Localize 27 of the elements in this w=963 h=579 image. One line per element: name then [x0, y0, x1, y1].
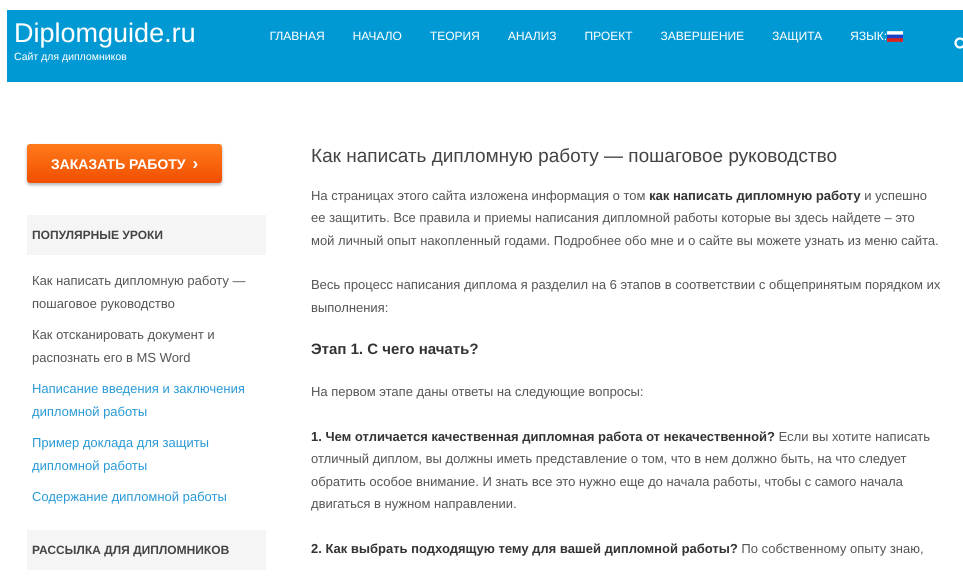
sidebar-link[interactable]: Как написать дипломную работу — пошаговое руководство	[32, 269, 261, 315]
sidebar-link[interactable]: Написание введения и заключения дипломной работы	[32, 377, 261, 423]
widget-title: ПОПУЛЯРНЫЕ УРОКИ	[27, 215, 266, 255]
site-tagline: Сайт для дипломников	[14, 50, 128, 65]
nav-link[interactable]: ГЛАВНАЯ	[256, 27, 339, 45]
site-logo[interactable]: Diplomguide.ru	[14, 18, 196, 48]
nav-link[interactable]: АНАЛИЗ	[494, 27, 571, 45]
sidebar-link[interactable]: Как отсканировать документ и распознать его в MS Word	[32, 323, 261, 369]
section-heading: Этап 1. С чего начать?	[311, 341, 480, 360]
paragraph: Весь процесс написания диплома я разделил на 6 этапов в соответствии с общепринятым порядком их выполнения:	[311, 276, 941, 317]
sidebar-link[interactable]: Содержание дипломной работы	[32, 485, 261, 508]
paragraph: 1. Чем отличается качественная дипломная работа от некачественной? Если вы хотите написать отличный диплом, вы должны иметь представление о том, что в нем должно быть, на что следует обратить особое внимание. И знать все это нужно еще до начала работы, чтобы с самого начала двигаться в нужном направлении.	[311, 428, 932, 514]
paragraph: На страницах этого сайта изложена информация о том как написать дипломную работу и успешно ее защитить. Все правила и приемы написания дипломной работы которые вы здесь найдете – это мой личный опыт накопленный годами. Подробнее обо мне и о сайте вы можете узнать из меню сайта.	[311, 186, 940, 250]
flag-icon[interactable]	[887, 30, 904, 42]
nav-link[interactable]: НАЧАЛО	[338, 27, 416, 45]
order-button[interactable]: ЗАКАЗАТЬ РАБОТУ ›	[27, 144, 222, 183]
widget-title: РАССЫЛКА ДЛЯ ДИПЛОМНИКОВ	[27, 530, 266, 570]
nav-link[interactable]: ПРОЕКТ	[570, 27, 647, 45]
sidebar-link[interactable]: Пример доклада для защиты дипломной работы	[32, 431, 261, 477]
paragraph: На первом этапе даны ответы на следующие вопросы:	[311, 383, 644, 402]
nav-link[interactable]: ТЕОРИЯ	[416, 27, 494, 45]
nav-link[interactable]: ЗАВЕРШЕНИЕ	[646, 27, 758, 45]
nav-link[interactable]: ЗАЩИТА	[758, 27, 836, 45]
language-link[interactable]: ЯЗЫК:	[836, 27, 888, 45]
paragraph: 2. Как выбрать подходящую тему для вашей дипломной работы? По собственному опыту знаю,	[311, 540, 925, 558]
search-icon[interactable]	[953, 37, 963, 51]
article-title: Как написать дипломную работу — пошаговое руководство	[311, 146, 838, 169]
